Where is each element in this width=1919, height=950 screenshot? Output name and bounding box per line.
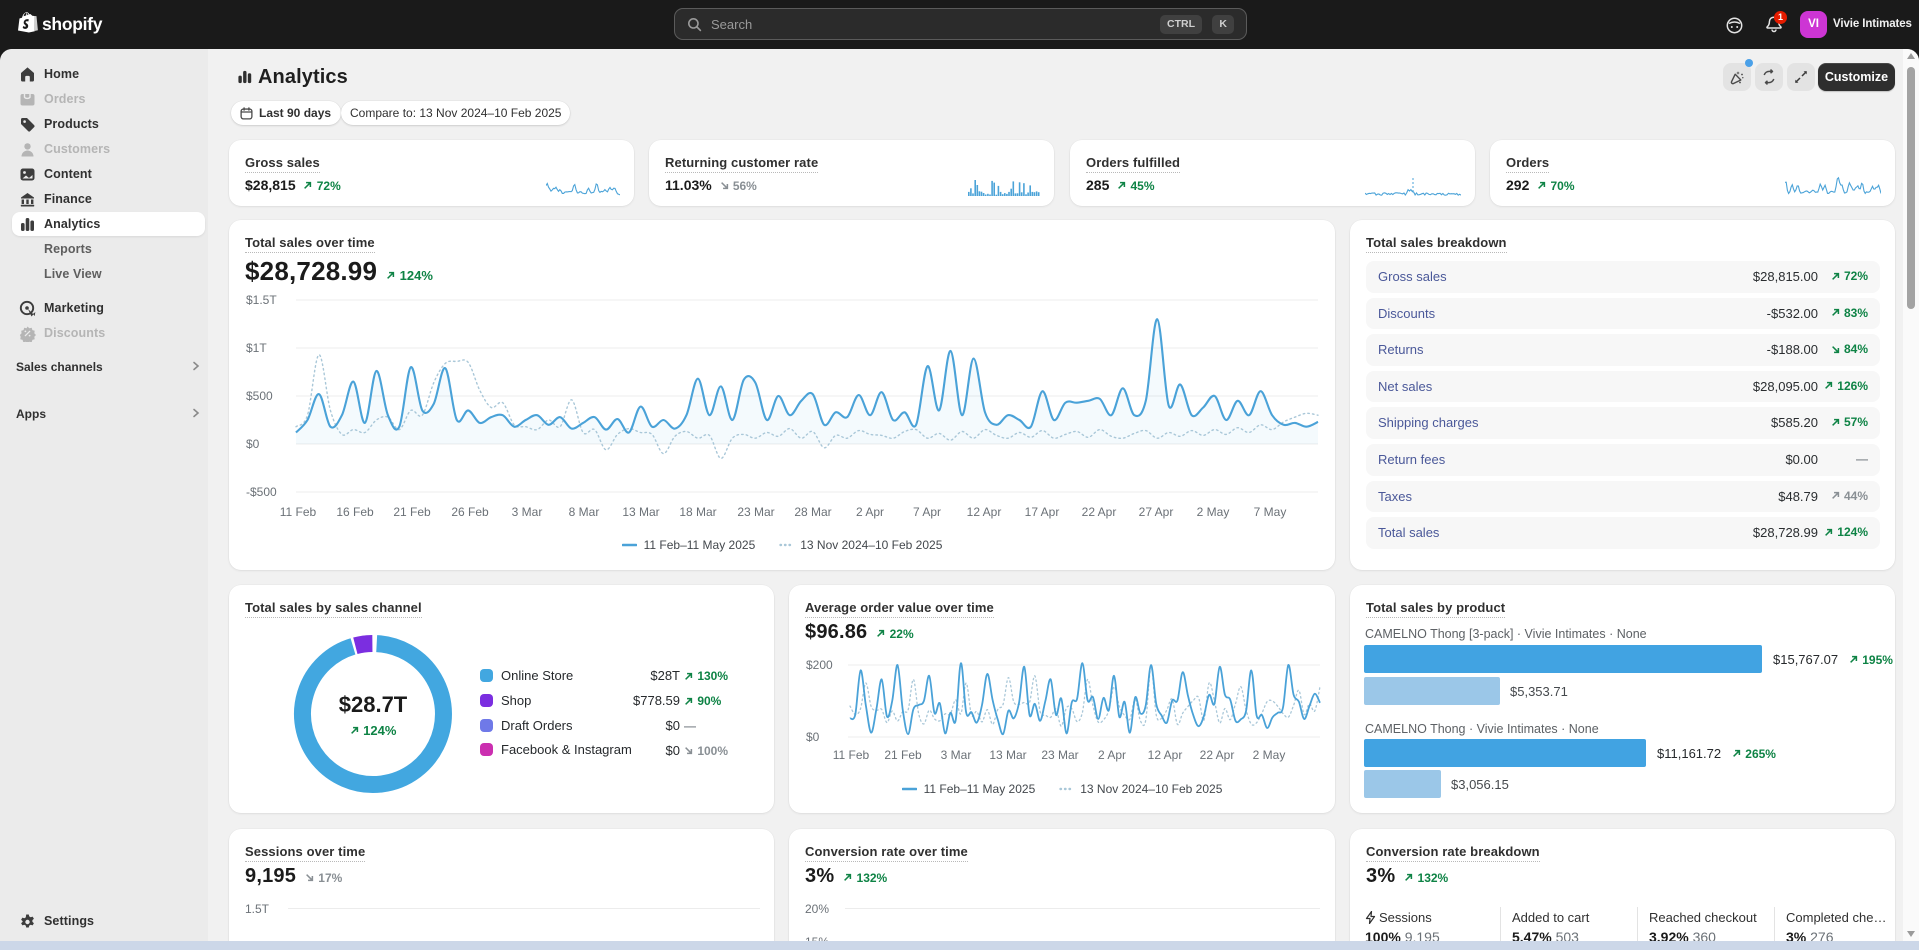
svg-text:21 Feb: 21 Feb	[884, 748, 922, 762]
svg-text:$0: $0	[246, 437, 260, 451]
svg-text:2 May: 2 May	[1197, 505, 1230, 519]
svg-text:$28.7T: $28.7T	[339, 692, 408, 717]
svg-text:13 Mar: 13 Mar	[989, 748, 1026, 762]
svg-text:23 Mar: 23 Mar	[737, 505, 774, 519]
svg-text:$1T: $1T	[246, 341, 267, 355]
svg-text:$0: $0	[806, 730, 820, 744]
svg-text:$500: $500	[246, 389, 273, 403]
svg-text:3 Mar: 3 Mar	[941, 748, 972, 762]
svg-text:12 Apr: 12 Apr	[1148, 748, 1183, 762]
svg-text:shopify: shopify	[42, 14, 103, 34]
svg-text:16 Feb: 16 Feb	[336, 505, 374, 519]
svg-text:$200: $200	[806, 658, 833, 672]
svg-text:21 Feb: 21 Feb	[393, 505, 431, 519]
svg-text:22 Apr: 22 Apr	[1200, 748, 1235, 762]
svg-text:18 Mar: 18 Mar	[679, 505, 716, 519]
svg-text:28 Mar: 28 Mar	[794, 505, 831, 519]
svg-text:3 Mar: 3 Mar	[512, 505, 543, 519]
svg-text:2 Apr: 2 Apr	[856, 505, 884, 519]
svg-text:11 Feb: 11 Feb	[280, 505, 317, 519]
svg-text:-$500: -$500	[246, 485, 277, 499]
svg-text:23 Mar: 23 Mar	[1041, 748, 1078, 762]
svg-text:12 Apr: 12 Apr	[967, 505, 1002, 519]
svg-text:13 Mar: 13 Mar	[622, 505, 659, 519]
svg-text:17 Apr: 17 Apr	[1025, 505, 1060, 519]
svg-text:22 Apr: 22 Apr	[1082, 505, 1117, 519]
svg-text:2 May: 2 May	[1253, 748, 1286, 762]
svg-text:2 Apr: 2 Apr	[1098, 748, 1126, 762]
svg-text:26 Feb: 26 Feb	[451, 505, 489, 519]
svg-text:11 Feb: 11 Feb	[833, 748, 870, 762]
svg-text:8 Mar: 8 Mar	[569, 505, 600, 519]
svg-text:7 Apr: 7 Apr	[913, 505, 941, 519]
svg-text:$1.5T: $1.5T	[246, 293, 277, 307]
svg-text:7 May: 7 May	[1254, 505, 1287, 519]
svg-text:27 Apr: 27 Apr	[1139, 505, 1174, 519]
